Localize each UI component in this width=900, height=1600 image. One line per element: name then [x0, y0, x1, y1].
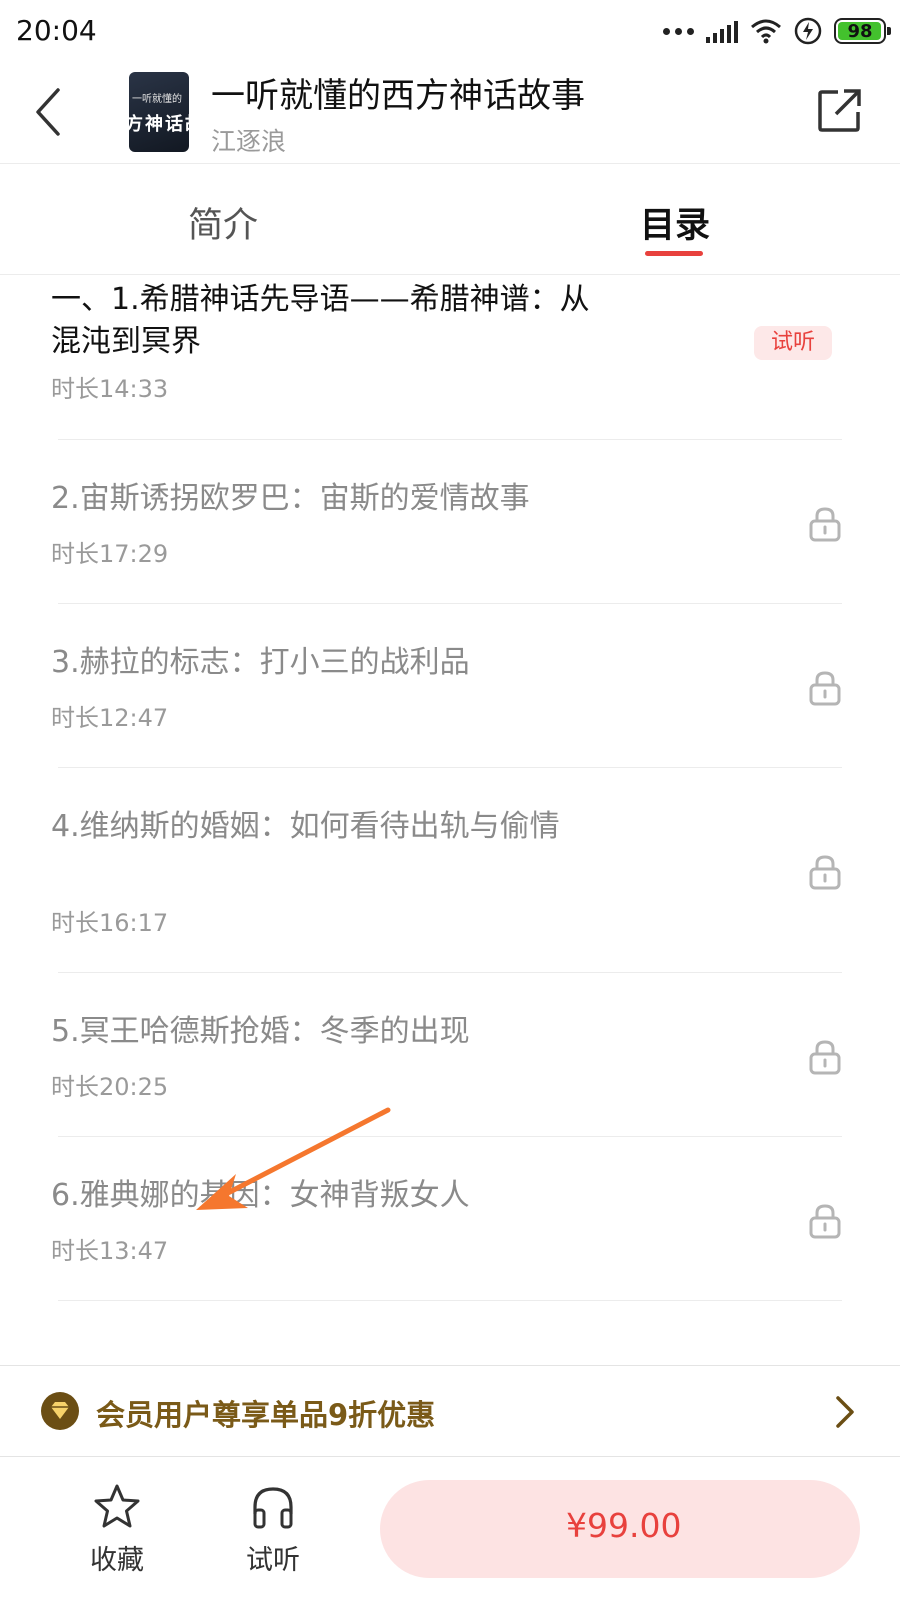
back-icon[interactable]	[30, 84, 70, 140]
member-promo-bar[interactable]: 会员用户尊享单品9折优惠	[0, 1365, 900, 1457]
episode-item[interactable]: 一、1.希腊神话先导语——希腊神谱：从混沌到冥界 时长14:33 试听	[51, 276, 842, 440]
episode-item[interactable]: 2.宙斯诱拐欧罗巴：宙斯的爱情故事 时长17:29	[51, 440, 842, 604]
episode-item[interactable]: 3.赫拉的标志：打小三的战利品 时长12:47	[51, 604, 842, 768]
status-bar: 20:04 98	[0, 0, 900, 62]
album-author[interactable]: 江逐浪	[211, 122, 286, 158]
favorite-label: 收藏	[90, 1545, 144, 1576]
cover-small-text: 一听就懂的	[132, 94, 182, 105]
lock-icon	[809, 1204, 841, 1239]
favorite-button[interactable]: 收藏	[72, 1482, 162, 1577]
header: 一听就懂的 方神话故 一听就懂的西方神话故事 江逐浪	[0, 62, 900, 164]
episode-duration: 时长17:29	[51, 540, 169, 568]
status-time: 20:04	[16, 14, 97, 47]
episode-duration: 时长16:17	[51, 909, 169, 937]
share-icon[interactable]	[816, 86, 864, 134]
tab-catalog[interactable]: 目录	[640, 197, 710, 248]
price-label: ¥99.00	[566, 1506, 682, 1545]
lock-icon	[809, 1040, 841, 1075]
lock-icon	[809, 507, 841, 542]
episode-duration: 时长12:47	[51, 704, 169, 732]
lock-icon	[809, 855, 841, 890]
wifi-icon	[751, 19, 781, 44]
episode-title: 2.宙斯诱拐欧罗巴：宙斯的爱情故事	[51, 481, 530, 516]
episode-list: 一、1.希腊神话先导语——希腊神谱：从混沌到冥界 时长14:33 试听 2.宙斯…	[0, 276, 900, 1301]
episode-duration: 时长14:33	[51, 375, 169, 403]
charging-icon	[794, 17, 822, 45]
battery-icon: 98	[834, 18, 891, 44]
bottom-action-bar: 收藏 试听 ¥99.00	[0, 1458, 900, 1600]
episode-title: 4.维纳斯的婚姻：如何看待出轨与偷情	[51, 809, 560, 844]
trial-listen-label: 试听	[246, 1545, 300, 1576]
episode-duration: 时长13:47	[51, 1237, 169, 1265]
episode-title: 6.雅典娜的基因：女神背叛女人	[51, 1178, 470, 1213]
album-title: 一听就懂的西方神话故事	[211, 76, 585, 116]
star-icon	[94, 1484, 140, 1528]
buy-button[interactable]: ¥99.00	[380, 1480, 860, 1578]
album-cover[interactable]: 一听就懂的 方神话故	[129, 72, 189, 152]
lock-icon	[809, 671, 841, 706]
tab-active-indicator	[645, 251, 703, 256]
episode-item[interactable]: 6.雅典娜的基因：女神背叛女人 时长13:47	[51, 1137, 842, 1301]
episode-title: 5.冥王哈德斯抢婚：冬季的出现	[51, 1014, 470, 1049]
battery-level: 98	[847, 20, 873, 42]
chevron-right-icon	[836, 1396, 854, 1428]
promo-text: 会员用户尊享单品9折优惠	[96, 1398, 436, 1432]
vip-diamond-icon	[41, 1392, 79, 1430]
status-icons: 98	[663, 14, 891, 48]
more-dots-icon	[663, 27, 694, 35]
episode-title: 3.赫拉的标志：打小三的战利品	[51, 645, 470, 680]
headphones-icon	[253, 1487, 293, 1529]
episode-title: 一、1.希腊神话先导语——希腊神谱：从混沌到冥界	[51, 282, 590, 359]
trial-listen-button[interactable]: 试听	[228, 1482, 318, 1577]
tab-bar: 简介 目录	[0, 165, 900, 275]
cover-big-text: 方神话故	[129, 114, 189, 135]
episode-duration: 时长20:25	[51, 1073, 169, 1101]
tab-intro[interactable]: 简介	[188, 197, 258, 248]
episode-item[interactable]: 4.维纳斯的婚姻：如何看待出轨与偷情 时长16:17	[51, 768, 842, 973]
signal-icon	[706, 19, 738, 43]
trial-badge: 试听	[754, 326, 832, 360]
episode-item[interactable]: 5.冥王哈德斯抢婚：冬季的出现 时长20:25	[51, 973, 842, 1137]
